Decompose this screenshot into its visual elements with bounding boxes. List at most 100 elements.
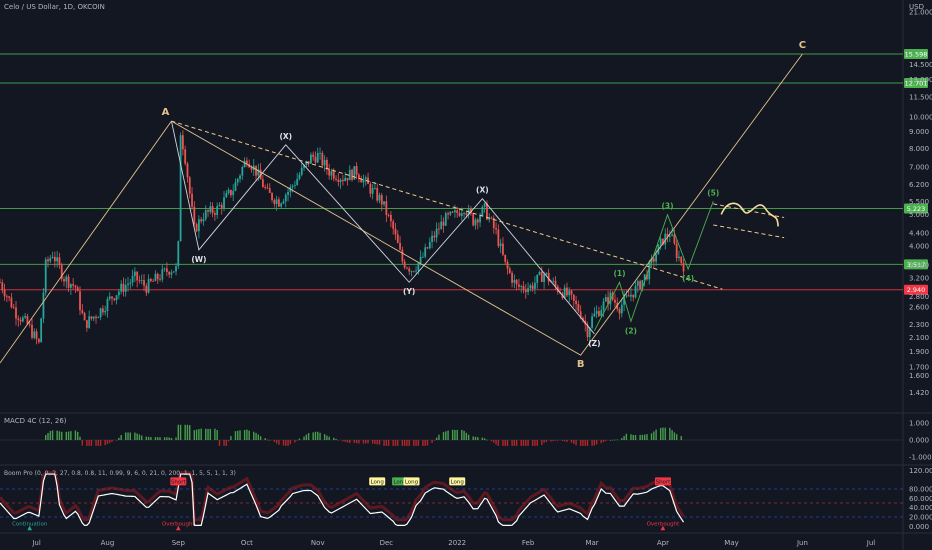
candle-body (422, 256, 424, 258)
candle-body (536, 274, 539, 283)
macd-histogram-bar (406, 440, 408, 446)
wave-label: (X) (279, 132, 292, 141)
macd-histogram-bar (200, 428, 202, 440)
macd-histogram-bar (115, 440, 118, 441)
macd-histogram-bar (307, 433, 310, 440)
candle-body (431, 235, 433, 242)
macd-histogram-bar (401, 440, 404, 446)
candle-body (88, 316, 91, 328)
oscillator-signal-text: Long (405, 479, 418, 485)
candle-body (499, 243, 502, 247)
candle-body (671, 234, 674, 236)
candle-body (275, 199, 278, 205)
oscillator-tick-label: 120.000 (909, 467, 932, 475)
candle-body (232, 190, 235, 196)
time-tick-label: May (724, 539, 738, 547)
candle-body (83, 312, 86, 321)
candle-body (120, 283, 123, 292)
candle-body (47, 259, 49, 262)
macd-histogram-bar (415, 440, 417, 446)
candle-body (545, 272, 548, 274)
candle-body (104, 311, 107, 313)
candle-body (417, 263, 420, 271)
candle-body (474, 219, 477, 226)
macd-histogram-bar (385, 440, 388, 446)
candle-body (204, 210, 207, 220)
macd-histogram-bar (353, 440, 356, 443)
macd-histogram-bar (230, 436, 232, 440)
candle-body (412, 271, 415, 273)
macd-histogram-bar (205, 428, 207, 440)
candle-body (188, 177, 191, 194)
macd-histogram-bar (408, 440, 410, 446)
candle-body (177, 241, 180, 267)
macd-histogram-bar (234, 431, 237, 440)
macd-histogram-bar (337, 440, 340, 441)
macd-histogram-bar (493, 440, 495, 443)
signal-marker-icon: ▲ (661, 525, 666, 532)
macd-histogram-bar (461, 429, 463, 440)
candle-body (531, 285, 534, 289)
macd-histogram-bar (77, 431, 79, 440)
candle-body (31, 324, 33, 338)
time-tick-label: Aug (101, 539, 115, 547)
candle-body (614, 299, 616, 303)
price-axis-unit: USD (909, 3, 924, 11)
macd-histogram-bar (170, 437, 173, 440)
macd-histogram-bar (147, 436, 150, 440)
price-tick-label: 1.420 (909, 389, 929, 397)
candle-body (346, 177, 349, 181)
macd-histogram-bar (378, 440, 381, 445)
candle-body (8, 296, 11, 298)
macd-histogram-bar (497, 440, 500, 446)
macd-histogram-bar (109, 440, 111, 443)
candle-body (566, 287, 568, 296)
macd-histogram-bar (451, 429, 454, 440)
candle-body (53, 256, 56, 262)
candle-body (76, 287, 79, 292)
macd-histogram-bar (561, 440, 564, 441)
macd-histogram-bar (127, 432, 129, 440)
candle-body (465, 212, 468, 215)
candle-body (97, 317, 100, 319)
candle-body (113, 298, 116, 301)
macd-histogram-bar (431, 440, 433, 443)
oscillator-signal-text: Short (656, 479, 672, 485)
candle-body (58, 257, 61, 265)
macd-histogram-bar (454, 429, 456, 440)
candle-body (630, 294, 632, 297)
oscillator-signal-text: Long (451, 479, 464, 485)
macd-histogram-bar (184, 424, 186, 440)
candle-body (154, 273, 157, 282)
macd-histogram-bar (209, 428, 212, 440)
candle-body (3, 289, 6, 297)
macd-histogram-bar (67, 431, 70, 440)
candle-body (79, 291, 81, 311)
candle-body (170, 272, 173, 275)
macd-histogram-bar (527, 440, 529, 446)
time-tick-label: Nov (311, 539, 325, 547)
candle-body (668, 235, 671, 237)
macd-histogram-bar (305, 434, 308, 440)
macd-histogram-bar (616, 439, 618, 441)
candle-body (438, 228, 440, 230)
candle-body (442, 221, 445, 226)
candle-body (636, 281, 639, 286)
price-tick-label: 10.000 (909, 113, 932, 121)
macd-histogram-bar (582, 440, 584, 446)
candle-body (152, 280, 155, 282)
wave-label: A (162, 107, 170, 118)
macd-histogram-bar (223, 440, 225, 446)
macd-histogram-bar (536, 440, 538, 446)
candle-body (394, 228, 397, 235)
candle-body (44, 259, 47, 293)
time-tick-label: Mar (585, 539, 598, 547)
candle-body (140, 280, 143, 281)
candle-body (300, 167, 303, 175)
oscillator-tick-label: 40.000 (909, 504, 932, 512)
candle-body (106, 298, 109, 312)
candle-body (319, 152, 321, 154)
macd-histogram-bar (447, 430, 449, 440)
candle-body (554, 280, 557, 287)
signal-marker-icon: ▲ (27, 525, 32, 532)
